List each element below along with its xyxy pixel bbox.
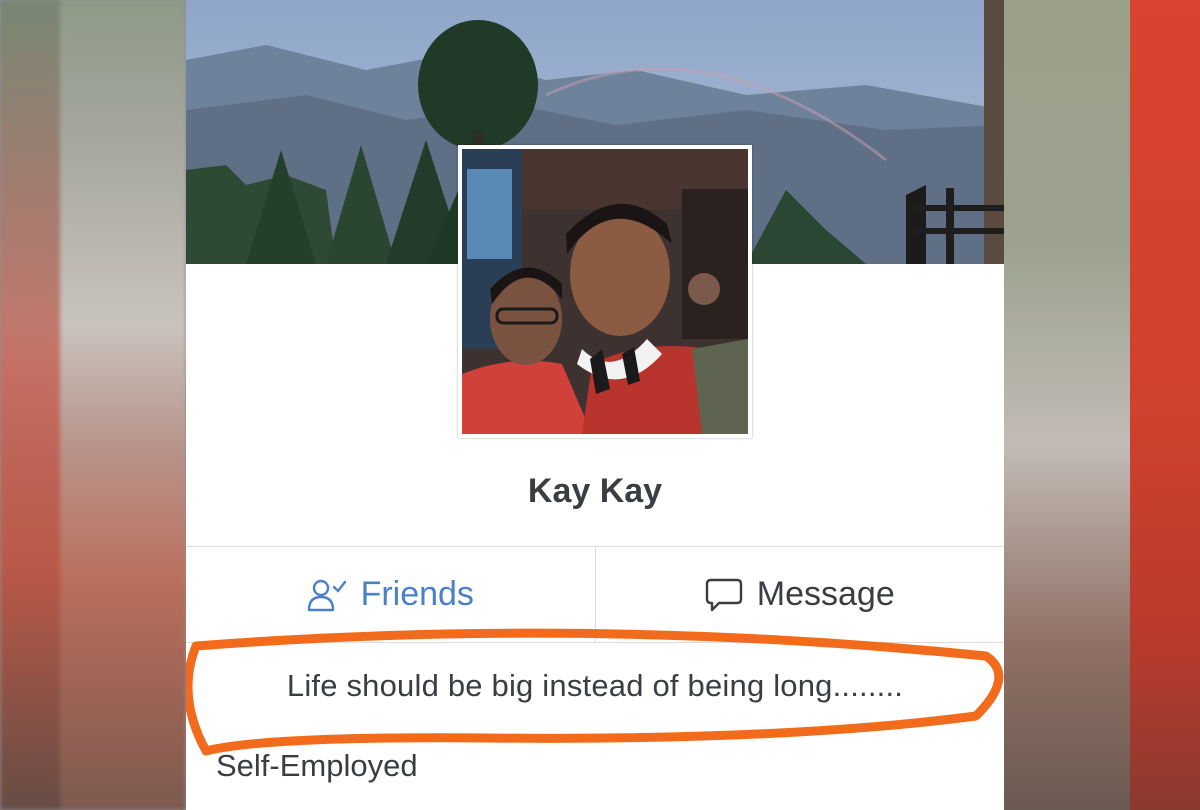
message-label: Message bbox=[756, 575, 895, 613]
friends-label: Friends bbox=[360, 575, 474, 613]
profile-name: Kay Kay bbox=[527, 472, 663, 510]
speech-bubble-icon bbox=[705, 577, 743, 613]
blurred-background-left bbox=[0, 0, 186, 810]
blurred-background-right bbox=[1004, 0, 1200, 810]
friends-check-icon bbox=[307, 577, 347, 613]
highlight-annotation bbox=[186, 628, 1004, 756]
profile-picture[interactable] bbox=[458, 145, 752, 438]
